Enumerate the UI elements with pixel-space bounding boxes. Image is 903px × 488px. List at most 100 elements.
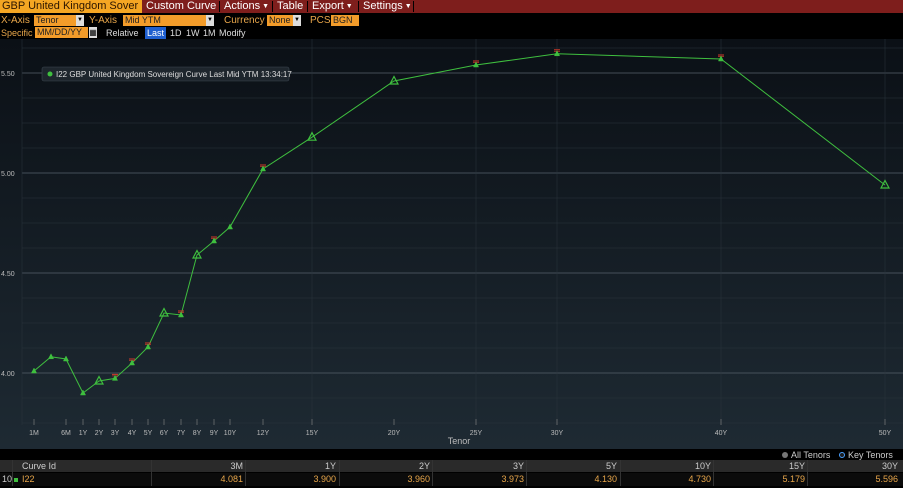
specific-label: Specific <box>1 28 33 38</box>
menu-bar: GBP United Kingdom Sover Custom Curve Ac… <box>0 0 903 13</box>
value-15y: 5.179 <box>782 474 805 484</box>
header-1y: 1Y <box>324 461 336 471</box>
x-tick-label: 25Y <box>470 430 483 437</box>
key-tenors-dot-icon <box>839 452 845 458</box>
y-tick-label: 5.00 <box>1 171 15 178</box>
x-tick-label: 30Y <box>551 430 564 437</box>
xaxis-label: X-Axis <box>1 15 30 26</box>
y-tick-label: 5.50 <box>1 71 15 78</box>
column-divider <box>432 460 433 486</box>
x-tick-label: 8Y <box>193 430 202 437</box>
chart-legend[interactable]: I22 GBP United Kingdom Sovereign Curve L… <box>41 66 292 82</box>
header-10y: 10Y <box>694 461 711 471</box>
dropdown-icon[interactable]: ▼ <box>293 15 301 26</box>
menu-custom-curve[interactable]: Custom Curve <box>146 0 216 13</box>
value-30y: 5.596 <box>875 474 898 484</box>
dropdown-icon[interactable]: ▼ <box>76 15 84 26</box>
chart-background <box>0 39 903 449</box>
column-divider <box>12 460 13 486</box>
menu-separator <box>272 1 273 12</box>
x-tick-label: 12Y <box>257 430 270 437</box>
all-tenors-dot-icon <box>782 452 788 458</box>
menu-table[interactable]: Table <box>277 0 303 13</box>
x-tick-label: 4Y <box>128 430 137 437</box>
x-tick-label: 9Y <box>210 430 219 437</box>
column-divider <box>339 460 340 486</box>
menu-separator <box>219 1 220 12</box>
range-1w-button[interactable]: 1W <box>184 27 202 39</box>
table-header: Curve Id 3M 1Y 2Y 3Y 5Y 10Y 15Y 30Y <box>0 460 903 472</box>
menu-separator <box>307 1 308 12</box>
column-divider <box>713 460 714 486</box>
menu-separator <box>358 1 359 12</box>
column-divider <box>620 460 621 486</box>
date-controls: Specific MM/DD/YY ▦ Relative Last 1D 1W … <box>0 27 903 39</box>
range-last-button[interactable]: Last <box>145 27 167 39</box>
x-tick-label: 15Y <box>306 430 319 437</box>
security-title[interactable]: GBP United Kingdom Sover <box>0 0 142 13</box>
x-tick-label: 1M <box>29 430 39 437</box>
column-divider <box>245 460 246 486</box>
value-3y: 3.973 <box>501 474 524 484</box>
legend-label: I22 GBP United Kingdom Sovereign Curve L… <box>56 70 292 79</box>
calendar-icon[interactable]: ▦ <box>89 27 97 38</box>
caret-down-icon: ▼ <box>262 3 270 10</box>
currency-label: Currency <box>224 15 265 26</box>
menu-actions[interactable]: Actions ▼ <box>224 0 269 13</box>
column-divider <box>151 460 152 486</box>
range-1m-button[interactable]: 1M <box>201 27 218 39</box>
header-3m: 3M <box>230 461 243 471</box>
yield-curve-chart: 4.00 4.50 5.00 5.50 1M 6M 1Y 2Y 3Y 4Y 5Y 6Y 7Y 8Y 9Y 1… <box>0 39 903 449</box>
legend-swatch <box>47 71 53 77</box>
caret-down-icon: ▼ <box>404 3 412 10</box>
x-tick-label: 7Y <box>177 430 186 437</box>
y-tick-label: 4.50 <box>1 271 15 278</box>
x-tick-label: 10Y <box>224 430 237 437</box>
value-10y: 4.730 <box>688 474 711 484</box>
column-divider <box>807 460 808 486</box>
menu-export[interactable]: Export ▼ <box>312 0 353 13</box>
x-tick-label: 20Y <box>388 430 401 437</box>
menu-settings[interactable]: Settings ▼ <box>363 0 412 13</box>
value-2y: 3.960 <box>407 474 430 484</box>
relative-label: Relative <box>106 28 139 38</box>
pcs-label: PCS <box>310 15 331 26</box>
yaxis-select[interactable]: Mid YTM <box>123 15 206 26</box>
curve-id-cell: I22 <box>22 474 35 484</box>
y-tick-label: 4.00 <box>1 371 15 378</box>
x-tick-label: 1Y <box>79 430 88 437</box>
table-row[interactable]: 10 I22 4.081 3.900 3.960 3.973 4.130 4.7… <box>0 473 903 486</box>
pcs-input[interactable]: BGN <box>331 15 359 26</box>
header-30y: 30Y <box>881 461 898 471</box>
x-tick-label: 2Y <box>95 430 104 437</box>
value-1y: 3.900 <box>313 474 336 484</box>
header-curve-id: Curve Id <box>22 461 57 471</box>
value-5y: 4.130 <box>594 474 617 484</box>
curve-table: Curve Id 3M 1Y 2Y 3Y 5Y 10Y 15Y 30Y 10 I… <box>0 460 903 488</box>
x-tick-label: 6M <box>61 430 71 437</box>
x-tick-label: 50Y <box>879 430 892 437</box>
header-3y: 3Y <box>512 461 524 471</box>
header-15y: 15Y <box>788 461 805 471</box>
caret-down-icon: ▼ <box>345 3 353 10</box>
column-divider <box>526 460 527 486</box>
axis-controls: X-Axis Tenor ▼ Y-Axis Mid YTM ▼ Currency… <box>0 14 903 27</box>
xaxis-select[interactable]: Tenor <box>34 15 76 26</box>
date-input[interactable]: MM/DD/YY <box>35 27 88 38</box>
dropdown-icon[interactable]: ▼ <box>206 15 214 26</box>
menu-separator <box>413 1 414 12</box>
yaxis-label: Y-Axis <box>89 15 117 26</box>
row-color-icon <box>14 473 20 486</box>
range-1d-button[interactable]: 1D <box>168 27 184 39</box>
currency-select[interactable]: None <box>267 15 293 26</box>
header-5y: 5Y <box>605 461 617 471</box>
x-axis-title: Tenor <box>448 436 471 446</box>
value-3m: 4.081 <box>220 474 243 484</box>
x-tick-label: 5Y <box>144 430 153 437</box>
x-tick-label: 40Y <box>715 430 728 437</box>
modify-button[interactable]: Modify <box>217 27 248 39</box>
row-number: 10 <box>2 474 13 484</box>
x-tick-label: 6Y <box>160 430 169 437</box>
x-tick-label: 3Y <box>111 430 120 437</box>
header-2y: 2Y <box>418 461 430 471</box>
